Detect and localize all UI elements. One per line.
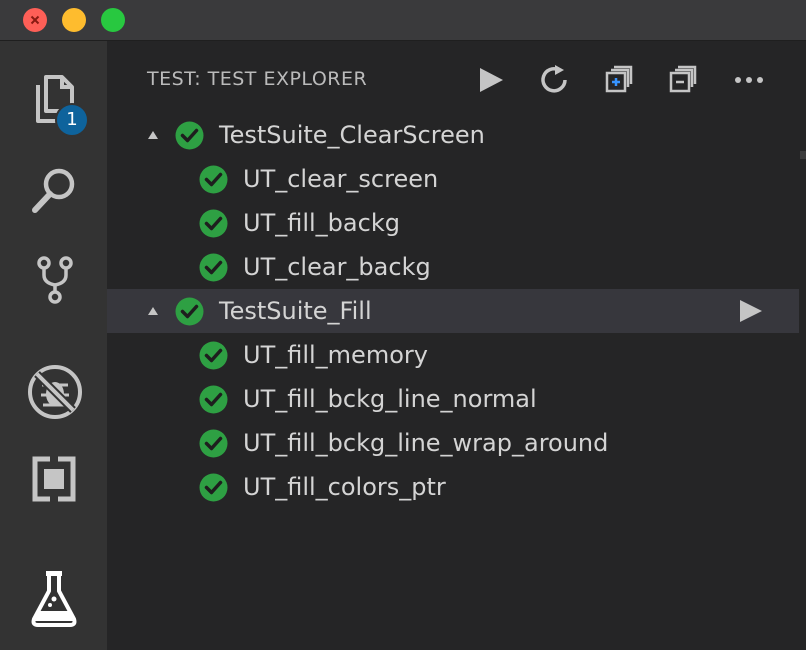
ellipsis-icon — [735, 77, 763, 83]
test-suite-row-selected[interactable]: TestSuite_Fill — [107, 289, 799, 333]
run-suite-play-icon[interactable] — [738, 298, 764, 324]
more-actions-button[interactable] — [732, 63, 766, 97]
expand-all-icon — [605, 65, 633, 93]
activity-search[interactable] — [0, 143, 107, 231]
passed-check-icon — [199, 209, 228, 238]
search-icon — [32, 168, 75, 213]
test-case-row[interactable]: UT_fill_bckg_line_wrap_around — [107, 421, 799, 465]
explorer-badge: 1 — [55, 103, 89, 137]
passed-check-icon — [199, 165, 228, 194]
minimize-window-button[interactable] — [62, 8, 86, 32]
activity-bar: 1 — [0, 41, 107, 650]
test-case-row[interactable]: UT_fill_colors_ptr — [107, 465, 799, 509]
test-case-row[interactable]: UT_fill_memory — [107, 333, 799, 377]
test-case-label: UT_fill_bckg_line_normal — [243, 385, 537, 413]
test-case-label: UT_fill_bckg_line_wrap_around — [243, 429, 609, 457]
test-case-row[interactable]: UT_clear_backg — [107, 245, 799, 289]
test-case-label: UT_clear_backg — [243, 253, 431, 281]
collapse-all-button[interactable] — [667, 63, 701, 97]
test-case-label: UT_clear_screen — [243, 165, 439, 193]
passed-check-icon — [199, 385, 228, 414]
passed-check-icon — [199, 429, 228, 458]
test-case-row[interactable]: UT_fill_bckg_line_normal — [107, 377, 799, 421]
play-icon — [480, 68, 503, 92]
activity-debug[interactable] — [0, 343, 107, 431]
expanded-chevron-icon[interactable] — [147, 305, 159, 317]
test-case-row[interactable]: UT_fill_backg — [107, 201, 799, 245]
activity-explorer[interactable]: 1 — [0, 51, 107, 139]
activity-source-control[interactable] — [0, 231, 107, 319]
flask-icon — [31, 571, 77, 627]
passed-check-icon — [199, 341, 228, 370]
collapse-all-icon — [669, 65, 697, 93]
window-titlebar — [0, 0, 806, 41]
activity-test[interactable] — [0, 549, 107, 637]
expand-all-button[interactable] — [603, 63, 637, 97]
test-suite-row[interactable]: TestSuite_ClearScreen — [107, 113, 799, 157]
passed-check-icon — [199, 253, 228, 282]
scrollbar-indicator[interactable] — [800, 151, 806, 159]
close-window-button[interactable] — [23, 8, 47, 32]
refresh-icon — [541, 65, 567, 93]
passed-check-icon — [175, 121, 204, 150]
test-case-label: UT_fill_backg — [243, 209, 400, 237]
panel-title: TEST: TEST EXPLORER — [147, 68, 368, 90]
reload-tests-button[interactable] — [539, 63, 573, 97]
test-explorer-panel: TEST: TEST EXPLORER TestSuite_ClearScree… — [107, 41, 806, 650]
zoom-window-button[interactable] — [101, 8, 125, 32]
close-icon — [30, 15, 40, 25]
passed-check-icon — [199, 473, 228, 502]
test-suite-label: TestSuite_ClearScreen — [219, 121, 485, 149]
activity-extensions[interactable] — [0, 431, 107, 519]
no-bug-icon — [28, 365, 82, 419]
test-case-row[interactable]: UT_clear_screen — [107, 157, 799, 201]
test-case-label: UT_fill_colors_ptr — [243, 473, 446, 501]
test-suite-label: TestSuite_Fill — [219, 297, 372, 325]
test-case-label: UT_fill_memory — [243, 341, 428, 369]
extensions-icon — [32, 455, 76, 503]
source-control-icon — [37, 256, 73, 304]
run-all-tests-button[interactable] — [474, 63, 508, 97]
expanded-chevron-icon[interactable] — [147, 129, 159, 141]
passed-check-icon — [175, 297, 204, 326]
